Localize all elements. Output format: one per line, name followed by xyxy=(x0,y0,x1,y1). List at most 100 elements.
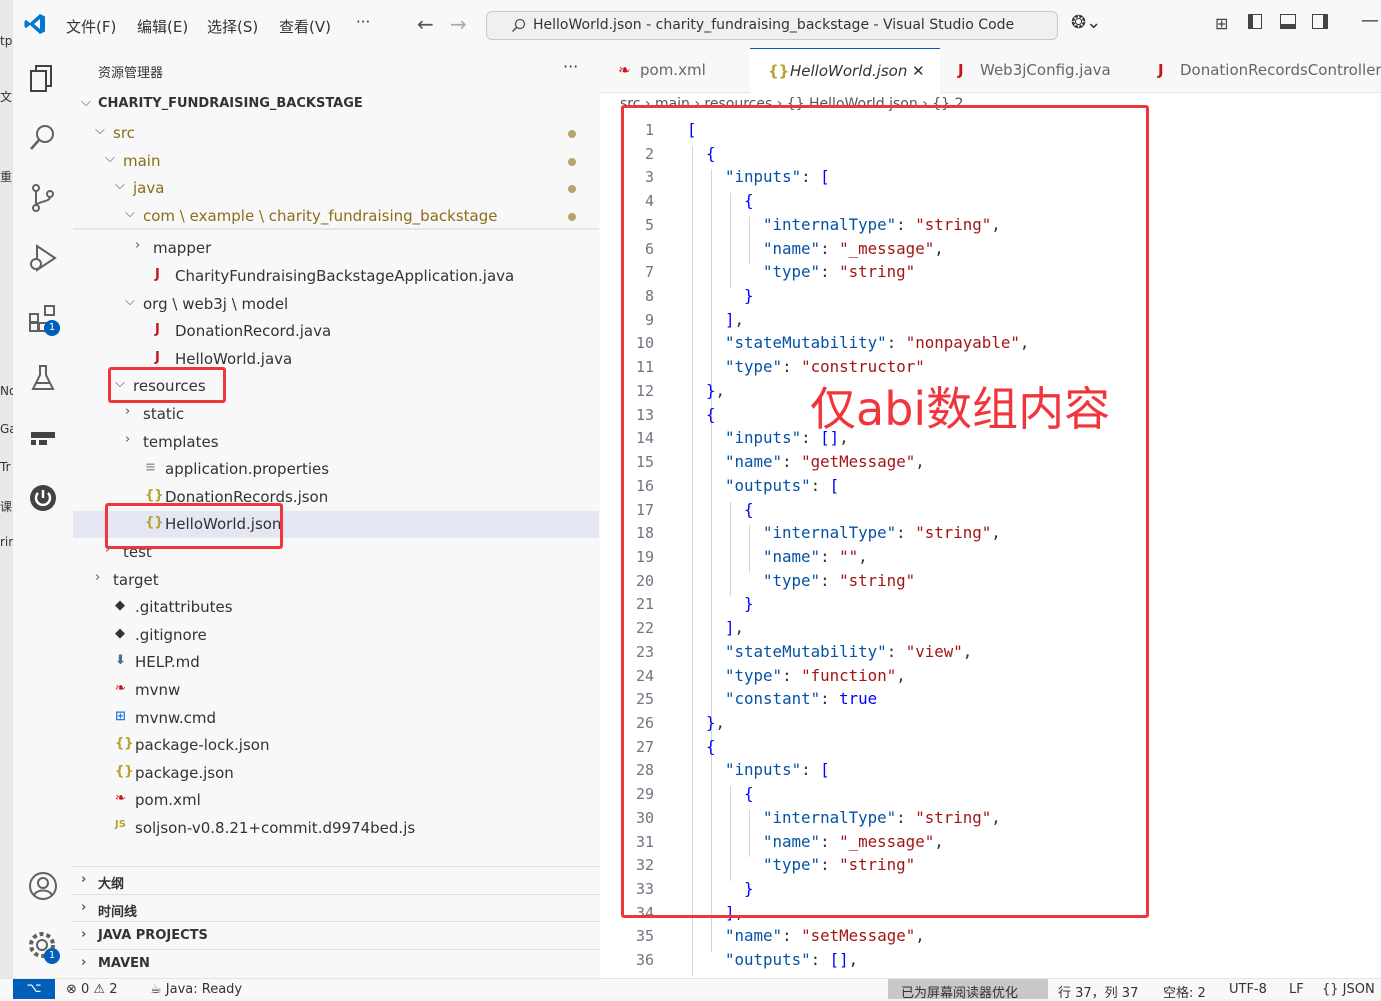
tree-item-label: src xyxy=(113,124,135,142)
layout-customize-icon[interactable]: ⊞ xyxy=(1215,14,1228,33)
testing-flask-icon[interactable] xyxy=(27,362,59,394)
status-bar: ⌥ ⊗ 0 ⚠ 2 ☕ Java: Ready 已为屏幕阅读器优化 行 37，列… xyxy=(0,978,1381,1001)
annotation-box-helloworld xyxy=(105,503,283,549)
close-tab-icon[interactable]: ✕ xyxy=(912,62,925,80)
section-header[interactable]: › 时间线 xyxy=(73,894,599,922)
project-root-header[interactable]: ⌵ CHARITY_FUNDRAISING_BACKSTAGE xyxy=(73,92,599,119)
tree-item[interactable]: › static xyxy=(73,401,599,428)
chevron-down-icon: ⌵ xyxy=(115,178,125,194)
tab-label: Web3jConfig.java xyxy=(980,61,1111,79)
tree-item-label: soljson-v0.8.21+commit.d9974bed.js xyxy=(135,819,416,837)
section-label: JAVA PROJECTS xyxy=(98,928,208,943)
tree-item[interactable]: ❧ pom.xml xyxy=(73,787,599,814)
menu-edit[interactable]: 编辑(E) xyxy=(137,16,188,37)
chevron-down-icon: ⌵ xyxy=(95,123,105,138)
chevron-right-icon: › xyxy=(95,569,101,585)
chevron-right-icon: › xyxy=(125,431,131,447)
tree-item[interactable]: JS soljson-v0.8.21+commit.d9974bed.js xyxy=(73,815,599,842)
background-text: Ga xyxy=(0,422,13,436)
tree-item[interactable]: ◆ .gitattributes xyxy=(73,594,599,621)
tree-item[interactable]: ⌵ org \ web3j \ model xyxy=(73,291,599,318)
tree-item-label: package-lock.json xyxy=(135,736,270,755)
tree-item[interactable]: ⬇ HELP.md xyxy=(73,649,599,676)
tree-item[interactable]: J CharityFundraisingBackstageApplication.… xyxy=(73,263,599,290)
indentation-status[interactable]: 空格: 2 xyxy=(1163,982,1206,1001)
remote-indicator[interactable]: ⌥ xyxy=(13,979,55,999)
json-file-icon: {} xyxy=(115,763,134,779)
maven-file-icon: ❧ xyxy=(115,681,126,696)
nav-forward-icon[interactable]: → xyxy=(450,12,467,36)
tree-item-label: templates xyxy=(143,432,219,451)
properties-file-icon: ≡ xyxy=(145,460,156,476)
encoding-status[interactable]: UTF-8 xyxy=(1229,982,1267,997)
editor-tab[interactable]: J Web3jConfig.java xyxy=(940,48,1141,92)
tree-item[interactable]: {} package-lock.json xyxy=(73,732,599,759)
copilot-icon[interactable]: ❂⌄ xyxy=(1071,12,1101,33)
language-mode[interactable]: {} JSON xyxy=(1322,982,1375,997)
minimize-window-icon[interactable]: — xyxy=(1361,10,1379,31)
menu-view[interactable]: 查看(V) xyxy=(279,16,331,37)
tree-item[interactable]: ≡ application.properties xyxy=(73,456,599,483)
tree-item-label: main xyxy=(123,151,161,170)
editor-tab[interactable]: {} HelloWorld.json ✕ xyxy=(750,48,941,94)
source-control-icon[interactable] xyxy=(27,182,59,214)
nav-back-icon[interactable]: ← xyxy=(417,12,434,36)
explorer-more-actions[interactable]: ··· xyxy=(563,57,578,76)
editor-tab[interactable]: ❧ pom.xml xyxy=(600,48,751,92)
json-file-icon: {} xyxy=(145,487,164,503)
background-text: 重 xyxy=(0,170,13,184)
cursor-position[interactable]: 行 37，列 37 xyxy=(1058,982,1138,1001)
menu-more[interactable]: ··· xyxy=(356,13,370,31)
menu-file[interactable]: 文件(F) xyxy=(66,16,116,37)
java-status[interactable]: ☕ Java: Ready xyxy=(150,982,242,997)
tree-item[interactable]: › mapper xyxy=(73,235,599,262)
eol-status[interactable]: LF xyxy=(1289,982,1304,997)
chevron-down-icon: ⌵ xyxy=(81,95,91,110)
section-header[interactable]: › 大纲 xyxy=(73,866,599,894)
explorer-title: 资源管理器 xyxy=(98,66,164,81)
tree-item-label: target xyxy=(113,570,159,589)
background-text: 文 xyxy=(0,90,13,104)
tree-item[interactable]: ⌵ main xyxy=(73,148,599,175)
tree-item[interactable]: {} package.json xyxy=(73,760,599,787)
tab-label: DonationRecordsController.j xyxy=(1180,61,1381,79)
command-center-search[interactable]: HelloWorld.json - charity_fundraising_ba… xyxy=(486,11,1058,40)
section-header[interactable]: › MAVEN xyxy=(73,949,599,977)
tree-item[interactable]: ⊞ mvnw.cmd xyxy=(73,705,599,732)
problems-status[interactable]: ⊗ 0 ⚠ 2 xyxy=(66,982,118,997)
run-and-debug-icon[interactable] xyxy=(27,242,59,274)
vscode-logo-icon xyxy=(24,14,45,34)
git-file-icon: ◆ xyxy=(115,598,125,614)
code-line[interactable]: "outputs": [], xyxy=(725,950,858,969)
background-text: Tr xyxy=(0,460,11,474)
menu-selection[interactable]: 选择(S) xyxy=(207,16,258,37)
code-line[interactable]: "name": "setMessage", xyxy=(725,926,925,945)
toggle-primary-sidebar-icon[interactable] xyxy=(1248,14,1262,29)
tree-item[interactable]: ❧ mvnw xyxy=(73,677,599,704)
chevron-right-icon: › xyxy=(81,900,87,915)
chevron-right-icon: › xyxy=(81,872,87,887)
accounts-icon[interactable] xyxy=(27,870,59,902)
json-file-icon: {} xyxy=(768,62,790,80)
tree-item[interactable]: ⌵ java xyxy=(73,175,599,202)
tree-item-label: mvnw xyxy=(135,681,181,699)
toggle-secondary-sidebar-icon[interactable] xyxy=(1312,14,1328,29)
remote-explorer-icon[interactable] xyxy=(27,422,59,454)
git-file-icon: ◆ xyxy=(115,625,125,641)
spring-boot-dashboard-icon[interactable] xyxy=(27,482,59,514)
search-icon[interactable] xyxy=(27,122,59,154)
tree-item-label: static xyxy=(143,405,185,423)
tree-item[interactable]: ⌵ src xyxy=(73,120,599,147)
tree-item[interactable]: › target xyxy=(73,567,599,594)
tree-item[interactable]: ◆ .gitignore xyxy=(73,622,599,649)
editor-tab[interactable]: J DonationRecordsController.j xyxy=(1140,48,1381,92)
tree-item-label: mapper xyxy=(153,239,212,258)
tree-item[interactable]: › templates xyxy=(73,429,599,456)
chevron-down-icon: ⌵ xyxy=(105,150,115,166)
toggle-panel-icon[interactable] xyxy=(1280,14,1296,29)
explorer-files-icon[interactable] xyxy=(27,62,59,94)
tree-item[interactable]: ⌵ com \ example \ charity_fundraising_bac… xyxy=(73,203,599,230)
screen-reader-status[interactable]: 已为屏幕阅读器优化 xyxy=(901,982,1018,1001)
tree-item[interactable]: J DonationRecord.java xyxy=(73,318,599,345)
section-header[interactable]: › JAVA PROJECTS xyxy=(73,921,599,949)
